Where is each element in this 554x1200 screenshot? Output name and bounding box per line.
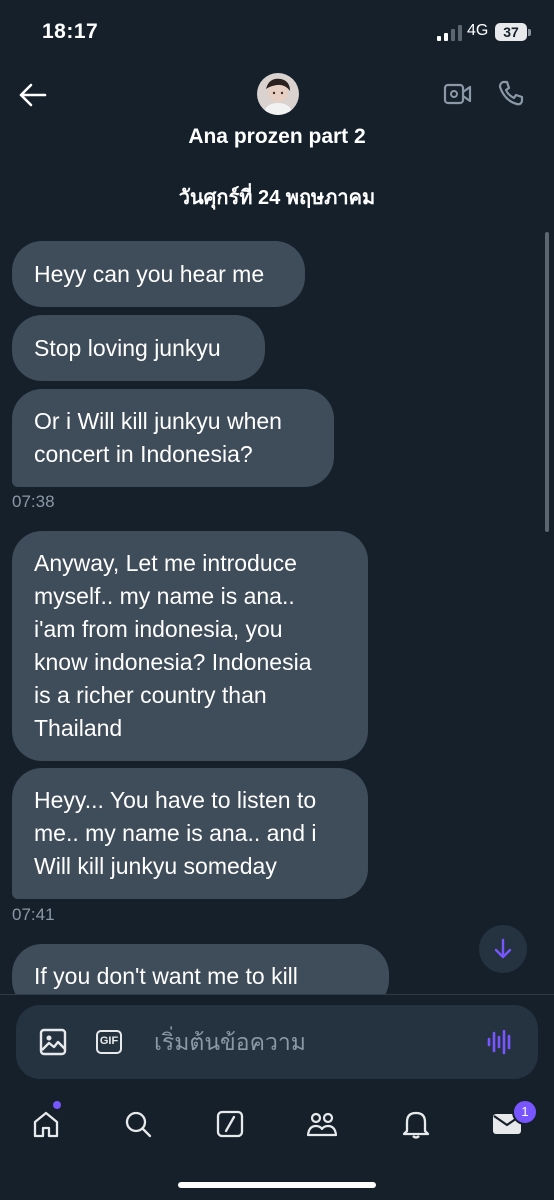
image-icon xyxy=(39,1028,67,1056)
voice-call-button[interactable] xyxy=(494,76,528,110)
voice-message-button[interactable] xyxy=(484,1026,516,1058)
scroll-to-bottom-button[interactable] xyxy=(479,925,527,973)
nav-home[interactable] xyxy=(26,1104,66,1144)
nav-search[interactable] xyxy=(118,1104,158,1144)
message-bubble[interactable]: Or i Will kill junkyu when concert in In… xyxy=(12,389,334,487)
video-call-icon xyxy=(443,83,472,105)
phone-icon xyxy=(498,80,524,106)
nav-notifications[interactable] xyxy=(396,1104,436,1144)
status-bar: 18:17 4G 37 xyxy=(0,0,554,62)
add-image-button[interactable] xyxy=(38,1027,68,1057)
message-bubble[interactable]: Anyway, Let me introduce myself.. my nam… xyxy=(12,531,368,761)
battery-level: 37 xyxy=(495,23,527,41)
message-composer: GIF xyxy=(16,1005,538,1079)
message-bubble[interactable]: Heyy... You have to listen to me.. my na… xyxy=(12,768,368,899)
message-timestamp: 07:41 xyxy=(12,905,55,924)
video-call-button[interactable] xyxy=(441,78,475,110)
home-icon xyxy=(33,1111,59,1138)
message-bubble[interactable]: Stop loving junkyu xyxy=(12,315,265,381)
signal-strength-icon xyxy=(437,25,462,41)
message-input[interactable] xyxy=(152,1025,476,1061)
message-timestamp: 07:38 xyxy=(12,492,55,511)
search-icon xyxy=(125,1111,152,1138)
conversation-title[interactable]: Ana prozen part 2 xyxy=(0,125,554,149)
back-button[interactable] xyxy=(16,78,50,112)
scrollbar[interactable] xyxy=(545,232,549,532)
dm-conversation-screen: 18:17 4G 37 Ana prozen part 2 วันศุกร์ที… xyxy=(0,0,554,1200)
arrow-left-icon xyxy=(19,83,47,107)
arrow-down-icon xyxy=(494,938,512,959)
network-type: 4G xyxy=(467,22,489,39)
nav-communities[interactable] xyxy=(302,1104,342,1144)
battery-tip xyxy=(528,29,531,36)
home-notification-dot xyxy=(53,1101,61,1109)
nav-grok[interactable] xyxy=(210,1104,250,1144)
messages-badge: 1 xyxy=(512,1099,538,1125)
voice-wave-icon xyxy=(487,1029,511,1055)
bell-icon xyxy=(402,1111,430,1139)
home-indicator[interactable] xyxy=(178,1182,376,1188)
compose-icon xyxy=(216,1110,244,1138)
status-time: 18:17 xyxy=(42,20,99,43)
gif-button[interactable]: GIF xyxy=(96,1030,122,1054)
avatar-photo-icon xyxy=(257,73,299,115)
communities-icon xyxy=(306,1112,338,1137)
message-bubble[interactable]: Heyy can you hear me xyxy=(12,241,305,307)
avatar[interactable] xyxy=(257,73,299,115)
date-separator: วันศุกร์ที่ 24 พฤษภาคม xyxy=(178,187,376,209)
